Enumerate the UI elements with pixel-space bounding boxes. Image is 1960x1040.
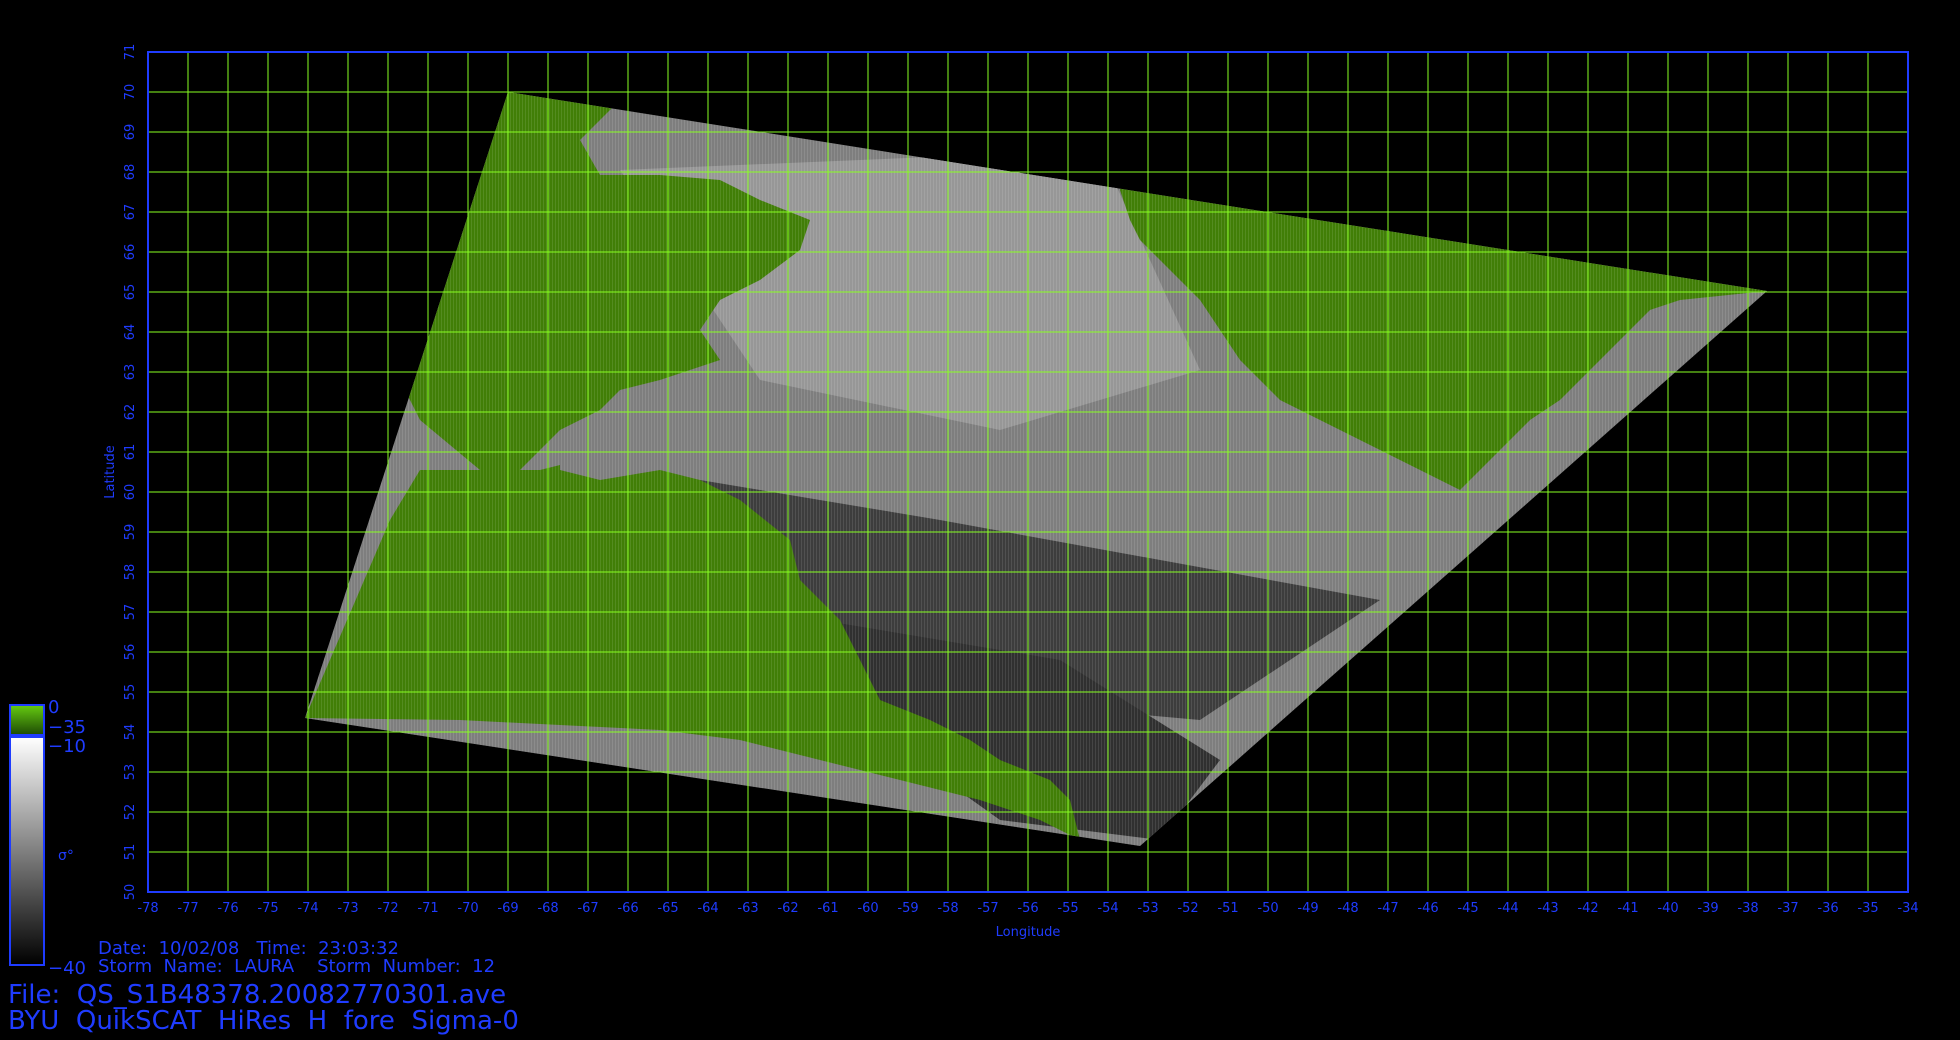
colorbar-tick-bottom: −40	[48, 958, 86, 979]
lon-tick-label: -44	[1497, 901, 1518, 916]
lat-tick-label: 62	[123, 404, 138, 421]
lat-tick-label: 54	[123, 724, 138, 741]
lat-tick-label: 58	[123, 564, 138, 581]
map-plot: -78 -77 -76 -75 -74 -73 -72 -71 -70 -69 -68 -67 -66 -…	[9, 44, 1919, 979]
lon-tick-label: -76	[217, 901, 238, 916]
lat-tick-label: 52	[123, 804, 138, 821]
lat-tick-label: 68	[123, 164, 138, 181]
lon-tick-label: -70	[457, 901, 478, 916]
lat-tick-label: 59	[123, 524, 138, 541]
scan-texture	[305, 92, 1767, 846]
lat-tick-label: 56	[123, 644, 138, 661]
lat-tick-label: 66	[123, 244, 138, 261]
lon-tick-label: -64	[697, 901, 718, 916]
lon-tick-label: -35	[1857, 901, 1878, 916]
lon-tick-label: -39	[1697, 901, 1718, 916]
lon-tick-label: -74	[297, 901, 318, 916]
lon-tick-label: -40	[1657, 901, 1678, 916]
lat-tick-label: 65	[123, 284, 138, 301]
colorbar-label: σ°	[58, 848, 74, 864]
lon-tick-label: -69	[497, 901, 518, 916]
lon-tick-label: -43	[1537, 901, 1558, 916]
lon-tick-label: -78	[137, 901, 158, 916]
colorbar-green	[9, 704, 45, 736]
lon-tick-label: -34	[1897, 901, 1918, 916]
lat-tick-label: 64	[123, 324, 138, 341]
lon-tick-label: -50	[1257, 901, 1278, 916]
lon-tick-label: -53	[1137, 901, 1158, 916]
lon-tick-label: -42	[1577, 901, 1598, 916]
lat-tick-label: 70	[123, 84, 138, 101]
lat-tick-label: 50	[123, 884, 138, 901]
product-line: BYU QuikSCAT HiRes H fore Sigma-0	[8, 1006, 519, 1036]
lat-tick-label: 53	[123, 764, 138, 781]
file-line: File: QS_S1B48378.20082770301.ave	[8, 980, 507, 1010]
lon-tick-label: -55	[1057, 901, 1078, 916]
lat-tick-label: 63	[123, 364, 138, 381]
lat-tick-label: 61	[123, 444, 138, 461]
lon-tick-label: -46	[1417, 901, 1438, 916]
lon-tick-label: -58	[937, 901, 958, 916]
lon-tick-label: -61	[817, 901, 838, 916]
storm-line: Storm Name: LAURA Storm Number: 12	[98, 956, 496, 977]
lat-tick-label: 57	[123, 604, 138, 621]
colorbar-tick-top: 0	[48, 697, 59, 718]
lat-tick-label: 60	[123, 484, 138, 501]
lon-tick-label: -77	[177, 901, 198, 916]
lon-tick-label: -63	[737, 901, 758, 916]
lon-tick-label: -72	[377, 901, 398, 916]
lon-tick-label: -41	[1617, 901, 1638, 916]
lon-tick-label: -75	[257, 901, 278, 916]
x-axis-label: Longitude	[996, 925, 1061, 940]
lat-tick-label: 55	[123, 684, 138, 701]
lon-tick-label: -65	[657, 901, 678, 916]
lon-tick-label: -56	[1017, 901, 1038, 916]
lat-tick-label: 51	[123, 844, 138, 861]
lon-tick-label: -45	[1457, 901, 1478, 916]
lon-tick-label: -57	[977, 901, 998, 916]
lon-tick-label: -51	[1217, 901, 1238, 916]
lon-tick-label: -38	[1737, 901, 1758, 916]
y-axis-label: Latitude	[103, 445, 118, 499]
colorbar: 0 −35 −10 σ° −40	[9, 697, 86, 979]
lon-tick-label: -54	[1097, 901, 1118, 916]
lon-tick-label: -59	[897, 901, 918, 916]
lon-tick-label: -68	[537, 901, 558, 916]
lon-tick-label: -73	[337, 901, 358, 916]
lat-tick-label: 67	[123, 204, 138, 221]
lon-tick-label: -62	[777, 901, 798, 916]
lat-tick-label: 71	[123, 44, 138, 61]
swath-layer	[305, 92, 1767, 846]
lon-tick-label: -49	[1297, 901, 1318, 916]
lon-tick-label: -47	[1377, 901, 1398, 916]
lon-tick-label: -60	[857, 901, 878, 916]
lon-tick-label: -52	[1177, 901, 1198, 916]
lon-tick-label: -67	[577, 901, 598, 916]
lon-tick-label: -36	[1817, 901, 1838, 916]
lat-tick-label: 69	[123, 124, 138, 141]
colorbar-gray	[9, 736, 45, 966]
colorbar-tick-green-bottom: −35	[48, 717, 86, 738]
lon-tick-label: -66	[617, 901, 638, 916]
lon-tick-label: -37	[1777, 901, 1798, 916]
lon-tick-label: -71	[417, 901, 438, 916]
colorbar-tick-gray-top: −10	[48, 736, 86, 757]
lon-tick-label: -48	[1337, 901, 1358, 916]
